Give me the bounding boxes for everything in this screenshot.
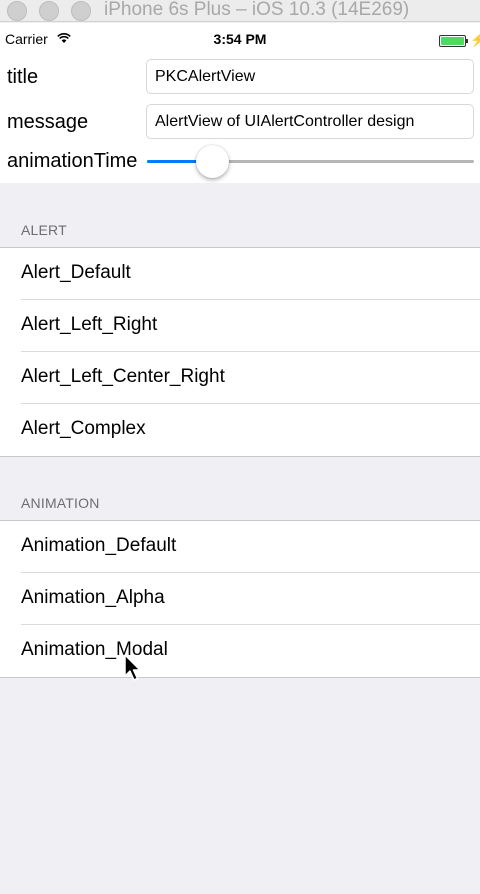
close-window-button[interactable]	[7, 1, 27, 21]
simulator-title-bar: iPhone 6s Plus – iOS 10.3 (14E269)	[0, 0, 480, 22]
list-item-label: Alert_Complex	[21, 418, 146, 439]
status-bar: Carrier 3:54 PM ⚡	[0, 23, 480, 55]
list-item-label: Alert_Left_Right	[21, 314, 158, 335]
slider-thumb[interactable]	[196, 145, 230, 178]
section-header-alert: ALERT	[21, 222, 67, 238]
clock: 3:54 PM	[213, 31, 267, 47]
list-item[interactable]: Alert_Left_Right	[0, 300, 480, 352]
battery-level	[441, 37, 464, 45]
animation-group: Animation_Default Animation_Alpha Animat…	[0, 520, 480, 678]
minimize-window-button[interactable]	[39, 1, 59, 21]
battery-tip	[466, 39, 468, 43]
list-item[interactable]: Alert_Left_Center_Right	[0, 352, 480, 404]
zoom-window-button[interactable]	[71, 1, 91, 21]
window-title: iPhone 6s Plus – iOS 10.3 (14E269)	[104, 0, 410, 20]
message-label: message	[7, 111, 89, 133]
mouse-pointer-icon	[124, 654, 141, 681]
options-form: title message animationTime	[0, 55, 480, 183]
message-input[interactable]	[146, 104, 474, 139]
list-item-label: Animation_Alpha	[21, 587, 165, 608]
title-input[interactable]	[146, 59, 474, 94]
charging-bolt-icon: ⚡	[470, 32, 480, 47]
list-item[interactable]: Animation_Default	[0, 521, 480, 573]
list-item[interactable]: Animation_Modal	[0, 625, 480, 677]
list-item-label: Alert_Default	[21, 262, 131, 283]
battery-icon	[439, 35, 466, 47]
section-header-animation: ANIMATION	[21, 495, 100, 511]
list-item-label: Animation_Default	[21, 535, 177, 556]
list-item[interactable]: Animation_Alpha	[0, 573, 480, 625]
list-item-label: Alert_Left_Center_Right	[21, 366, 225, 387]
animation-time-label: animationTime	[7, 150, 138, 172]
alert-group: Alert_Default Alert_Left_Right Alert_Lef…	[0, 247, 480, 457]
list-item-label: Animation_Modal	[21, 639, 168, 660]
title-label: title	[7, 66, 39, 88]
list-item[interactable]: Alert_Complex	[0, 404, 480, 456]
list-item[interactable]: Alert_Default	[0, 248, 480, 300]
